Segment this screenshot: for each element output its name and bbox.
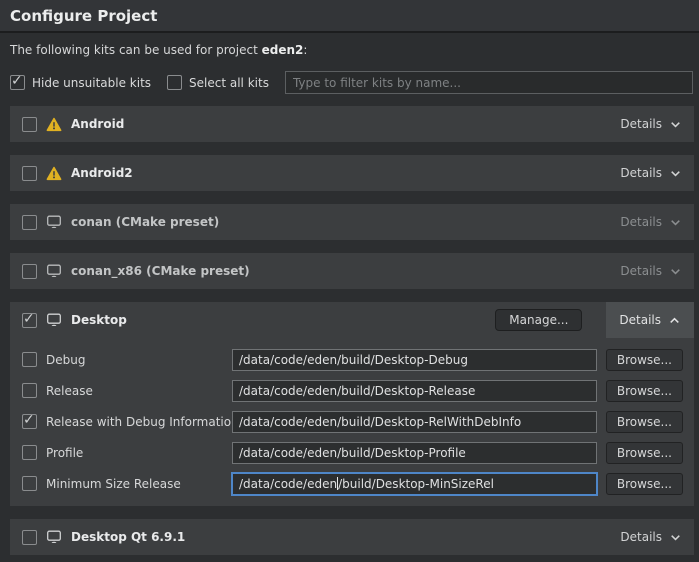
build-config-label: Debug (46, 353, 232, 367)
details-label: Details (620, 166, 662, 180)
details-toggle-conan-x86[interactable]: Details (620, 264, 682, 278)
warning-icon (46, 117, 62, 132)
build-dir-path: /data/code/eden/build/Desktop-Debug (239, 353, 468, 367)
desktop-build-configs: Debug /data/code/eden/build/Desktop-Debu… (10, 338, 694, 506)
warning-icon (46, 166, 62, 181)
build-config-checkbox-minsizerel[interactable] (22, 476, 37, 491)
details-toggle-android2[interactable]: Details (620, 166, 682, 180)
build-dir-input-debug[interactable]: /data/code/eden/build/Desktop-Debug (232, 349, 597, 371)
build-dir-path: /data/code/eden/build/Desktop-Release (239, 384, 475, 398)
kit-name: Desktop (71, 313, 127, 327)
kit-row-android-left: Android (22, 117, 620, 132)
kit-checkbox-android2[interactable] (22, 166, 37, 181)
build-config-row-profile: Profile /data/code/eden/build/Desktop-Pr… (22, 437, 683, 468)
details-label: Details (620, 215, 662, 229)
kit-row-desktop-qt: Desktop Qt 6.9.1 Details (10, 519, 694, 555)
desktop-icon (46, 214, 62, 230)
build-dir-input-minsizerel[interactable]: /data/code/eden/build/Desktop-MinSizeRel (232, 473, 597, 495)
build-config-checkbox-profile[interactable] (22, 445, 37, 460)
build-config-checkbox-debug[interactable] (22, 352, 37, 367)
build-config-label: Minimum Size Release (46, 477, 232, 491)
hide-unsuitable-kits-label: Hide unsuitable kits (32, 76, 151, 90)
chevron-down-icon (669, 118, 682, 131)
kit-row-conan-x86-left: conan_x86 (CMake preset) (22, 263, 620, 279)
build-dir-path-after-caret: /build/Desktop-MinSizeRel (338, 477, 494, 491)
build-dir-path-before-caret: /data/code/eden (239, 477, 337, 491)
build-dir-input-release[interactable]: /data/code/eden/build/Desktop-Release (232, 380, 597, 402)
kit-row-conan: conan (CMake preset) Details (10, 204, 694, 240)
build-config-label: Profile (46, 446, 232, 460)
kit-name: Desktop Qt 6.9.1 (71, 530, 185, 544)
kit-row-desktop-qt-left: Desktop Qt 6.9.1 (22, 529, 620, 545)
kit-filter-input[interactable] (285, 71, 693, 94)
kit-filter-controls: Hide unsuitable kits Select all kits (10, 71, 693, 94)
browse-button-debug[interactable]: Browse... (606, 349, 683, 371)
kit-list: Android Details Android2 Deta (10, 106, 694, 555)
kit-checkbox-desktop[interactable] (22, 313, 37, 328)
select-all-kits-label: Select all kits (189, 76, 269, 90)
details-toggle-desktop[interactable]: Details (606, 302, 694, 338)
kit-row-android2-left: Android2 (22, 166, 620, 181)
kit-row-android2: Android2 Details (10, 155, 694, 191)
build-config-row-release: Release /data/code/eden/build/Desktop-Re… (22, 375, 683, 406)
kit-name: conan (CMake preset) (71, 215, 219, 229)
build-config-label: Release (46, 384, 232, 398)
select-all-kits-checkbox[interactable] (167, 75, 182, 90)
build-dir-input-profile[interactable]: /data/code/eden/build/Desktop-Profile (232, 442, 597, 464)
kit-row-desktop-left: Desktop (22, 312, 495, 328)
intro-text-before: The following kits can be used for proje… (10, 43, 262, 57)
build-config-row-relwithdebinfo: Release with Debug Information /data/cod… (22, 406, 683, 437)
browse-button-minsizerel[interactable]: Browse... (606, 473, 683, 495)
desktop-icon (46, 312, 62, 328)
build-config-checkbox-relwithdebinfo[interactable] (22, 414, 37, 429)
build-dir-input-relwithdebinfo[interactable]: /data/code/eden/build/Desktop-RelWithDeb… (232, 411, 597, 433)
build-dir-path: /data/code/eden/build/Desktop-RelWithDeb… (239, 415, 521, 429)
browse-button-release[interactable]: Browse... (606, 380, 683, 402)
desktop-icon (46, 529, 62, 545)
page-title: Configure Project (10, 7, 157, 25)
manage-kits-button[interactable]: Manage... (495, 309, 582, 331)
configure-project-page: Configure Project The following kits can… (0, 0, 699, 562)
kit-checkbox-android[interactable] (22, 117, 37, 132)
kit-name: Android (71, 117, 124, 131)
intro-text: The following kits can be used for proje… (10, 43, 689, 58)
build-config-label: Release with Debug Information (46, 415, 232, 429)
select-all-kits-checkbox-row[interactable]: Select all kits (167, 75, 269, 90)
kit-name: Android2 (71, 166, 133, 180)
hide-unsuitable-kits-checkbox[interactable] (10, 75, 25, 90)
build-config-checkbox-release[interactable] (22, 383, 37, 398)
project-name: eden2 (262, 43, 304, 57)
kit-section-desktop: Desktop Manage... Details Debug /data/co… (10, 302, 694, 506)
build-config-row-minsizerel: Minimum Size Release /data/code/eden/bui… (22, 468, 683, 499)
details-toggle-desktop-qt[interactable]: Details (620, 530, 682, 544)
intro-text-after: : (303, 43, 307, 57)
chevron-down-icon (669, 216, 682, 229)
kit-row-android: Android Details (10, 106, 694, 142)
kit-row-conan-x86: conan_x86 (CMake preset) Details (10, 253, 694, 289)
details-label: Details (620, 117, 662, 131)
kit-name: conan_x86 (CMake preset) (71, 264, 250, 278)
kit-checkbox-desktop-qt[interactable] (22, 530, 37, 545)
hide-unsuitable-kits-checkbox-row[interactable]: Hide unsuitable kits (10, 75, 151, 90)
kit-row-desktop: Desktop Manage... Details (10, 302, 694, 338)
details-toggle-android[interactable]: Details (620, 117, 682, 131)
details-toggle-conan[interactable]: Details (620, 215, 682, 229)
browse-button-relwithdebinfo[interactable]: Browse... (606, 411, 683, 433)
chevron-down-icon (669, 265, 682, 278)
page-header: Configure Project (0, 0, 699, 33)
browse-button-profile[interactable]: Browse... (606, 442, 683, 464)
kit-checkbox-conan[interactable] (22, 215, 37, 230)
kit-row-conan-left: conan (CMake preset) (22, 214, 620, 230)
details-label: Details (619, 313, 661, 327)
desktop-icon (46, 263, 62, 279)
chevron-down-icon (669, 531, 682, 544)
kit-checkbox-conan-x86[interactable] (22, 264, 37, 279)
build-config-row-debug: Debug /data/code/eden/build/Desktop-Debu… (22, 344, 683, 375)
chevron-down-icon (669, 167, 682, 180)
chevron-up-icon (668, 314, 681, 327)
details-label: Details (620, 264, 662, 278)
build-dir-path: /data/code/eden/build/Desktop-Profile (239, 446, 466, 460)
details-label: Details (620, 530, 662, 544)
